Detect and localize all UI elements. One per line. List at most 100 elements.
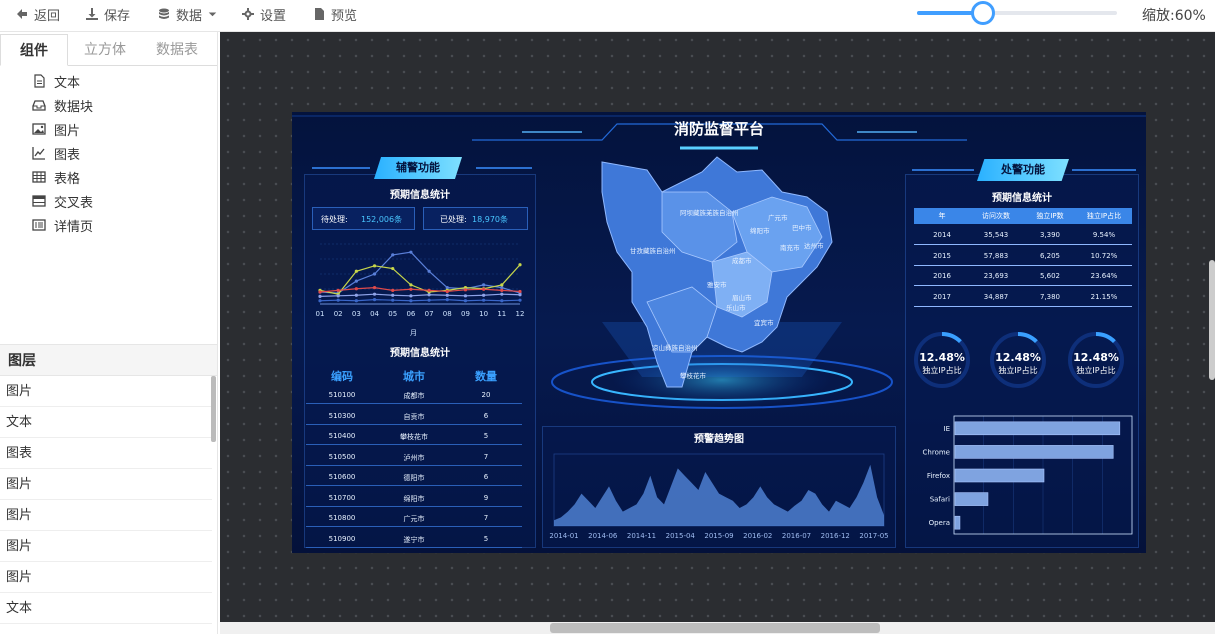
component-chart[interactable]: 图表 — [32, 143, 80, 163]
layer-item[interactable]: 图片 — [0, 469, 212, 500]
data-point — [391, 253, 395, 257]
component-tabs: 组件 立方体 数据表 — [0, 34, 217, 66]
table-cell: 510500 — [328, 452, 356, 461]
table-cell: 绵阳市 — [403, 494, 425, 503]
gauge-label: 独立IP占比 — [922, 366, 962, 375]
map-region-label: 绵阳市 — [750, 227, 770, 235]
table-cell: 3,390 — [1039, 231, 1061, 239]
layer-item[interactable]: 图片 — [0, 500, 212, 531]
table-cell: 2016 — [933, 272, 951, 280]
month-unit-label: 月 — [410, 329, 417, 337]
table-cell: 510900 — [328, 534, 356, 543]
data-point — [500, 283, 504, 287]
data-point — [518, 298, 522, 302]
data-point — [409, 299, 413, 303]
component-text[interactable]: 文本 — [32, 71, 80, 91]
tab-cube[interactable]: 立方体 — [70, 34, 140, 66]
map-region-label: 广元市 — [768, 214, 788, 222]
layers-scrollbar[interactable] — [211, 376, 216, 442]
data-point — [318, 290, 322, 294]
table-cell: 德阳市 — [403, 474, 425, 482]
tab-datatable[interactable]: 数据表 — [142, 34, 212, 66]
data-point — [391, 293, 395, 297]
x-tick-label: 2016-02 — [743, 532, 772, 540]
save-label: 保存 — [104, 8, 131, 24]
bar — [954, 468, 1045, 483]
zoom-slider-handle[interactable] — [971, 1, 995, 25]
crosstab-icon — [32, 195, 46, 207]
component-image[interactable]: 图片 — [32, 119, 80, 139]
settings-button[interactable]: 设置 — [242, 0, 286, 28]
x-tick-label: 2015-09 — [704, 532, 733, 540]
table-cell: 510100 — [328, 391, 356, 399]
table-cell: 6 — [483, 473, 489, 481]
x-tick-label: 07 — [425, 310, 434, 318]
row-divider — [306, 546, 522, 548]
component-datablock[interactable]: 数据块 — [32, 95, 93, 115]
zoom-readout: 缩放:60% — [1142, 5, 1206, 25]
table-cell: 510400 — [328, 432, 356, 440]
data-point — [482, 287, 486, 291]
component-detail[interactable]: 详情页 — [32, 215, 93, 235]
x-tick-label: 11 — [497, 310, 506, 318]
data-dropdown[interactable]: 数据 — [158, 0, 217, 28]
data-point — [463, 299, 468, 303]
table-cell: 5 — [483, 432, 489, 440]
component-label: 表格 — [54, 171, 81, 187]
x-tick-label: 02 — [334, 310, 343, 318]
table-cell: 2014 — [933, 231, 951, 239]
data-point — [445, 286, 449, 290]
layer-item[interactable]: 文本 — [0, 593, 212, 624]
table-cell: 10.72% — [1090, 251, 1118, 260]
pending-label: 待处理: — [321, 215, 348, 224]
table-cell: 510800 — [328, 514, 356, 522]
done-label: 已处理: — [440, 215, 467, 224]
x-tick-label: 2014-11 — [627, 532, 656, 540]
table-header: 城市 — [403, 370, 425, 383]
map-region-label: 攀枝花市 — [680, 372, 706, 380]
canvas-horizontal-scrollbar[interactable] — [220, 622, 1215, 634]
layer-item[interactable]: 图表 — [0, 438, 212, 469]
arrow-left-icon — [17, 9, 27, 19]
table-cell: 21.15% — [1090, 292, 1118, 301]
component-label: 详情页 — [54, 219, 94, 235]
x-tick-label: 2016-12 — [821, 532, 850, 540]
layer-item[interactable]: 图片 — [0, 531, 212, 562]
table-cell: 遂宁市 — [403, 535, 425, 544]
x-tick-label: 2014-01 — [549, 532, 578, 540]
back-button[interactable]: 返回 — [16, 0, 60, 28]
image-icon — [32, 123, 46, 135]
gauge-label: 独立IP占比 — [998, 366, 1038, 375]
component-table[interactable]: 表格 — [32, 167, 80, 187]
data-point — [500, 299, 504, 303]
x-tick-label: 03 — [352, 310, 361, 318]
scrollbar-thumb[interactable] — [550, 623, 880, 633]
trend-title: 预警趋势图 — [694, 434, 744, 445]
bar — [954, 515, 961, 530]
save-button[interactable]: 保存 — [86, 0, 130, 28]
zoom-slider[interactable] — [917, 1, 1117, 25]
layer-item[interactable]: 图片 — [0, 376, 212, 407]
preview-button[interactable]: 预览 — [313, 0, 357, 28]
layer-item[interactable]: 图片 — [0, 562, 212, 593]
component-crosstab[interactable]: 交叉表 — [32, 191, 93, 211]
trend-area-chart: 2014-01 2014-06 2014-11 2015-04 2015-09 2016-… — [549, 453, 889, 540]
data-point — [445, 293, 449, 297]
table-header: 访问次数 — [982, 212, 1010, 220]
row-divider — [914, 305, 1132, 307]
map-region-label: 达州市 — [804, 242, 824, 250]
canvas-vertical-scrollbar[interactable] — [1209, 260, 1215, 380]
dashboard-preview[interactable]: 消防监督平台 辅警功能 预期信息统计 待处理: 152,006条 已处理: 18… — [292, 112, 1146, 553]
map-region-label: 巴中市 — [792, 224, 812, 232]
category-label: IE — [944, 425, 951, 433]
dashboard-title: 消防监督平台 — [673, 120, 764, 138]
area-series — [554, 464, 884, 526]
layer-item[interactable]: 文本 — [0, 407, 212, 438]
gauge-value: 12.48% — [995, 351, 1041, 364]
data-point — [427, 298, 431, 302]
tab-components[interactable]: 组件 — [0, 34, 68, 66]
data-point — [354, 269, 358, 273]
row-divider — [914, 285, 1132, 286]
table-cell: 成都市 — [403, 392, 425, 400]
gear-icon — [242, 8, 254, 20]
